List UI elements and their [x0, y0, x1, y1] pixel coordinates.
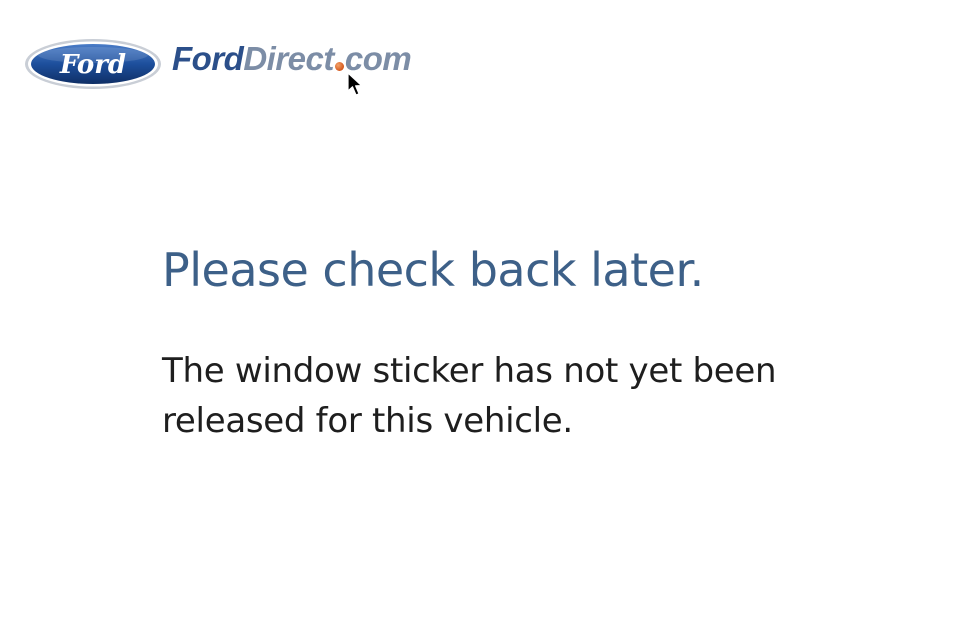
page-headline: Please check back later. [162, 243, 704, 297]
logo-dot-icon [334, 61, 344, 71]
ford-oval-text: Ford [59, 50, 126, 80]
logo-ford-text: Ford [172, 39, 244, 77]
logo-direct-text: Direct [243, 39, 334, 77]
ford-oval-logo: Ford [25, 39, 161, 89]
fordirect-wordmark: Ford Direct com [172, 39, 412, 77]
sticker-unavailable-message: Please check back later. The window stic… [162, 240, 922, 446]
mouse-pointer-icon [347, 72, 363, 96]
logo-com-text: com [344, 39, 412, 77]
message-body: The window sticker has not yet been rele… [162, 351, 777, 441]
